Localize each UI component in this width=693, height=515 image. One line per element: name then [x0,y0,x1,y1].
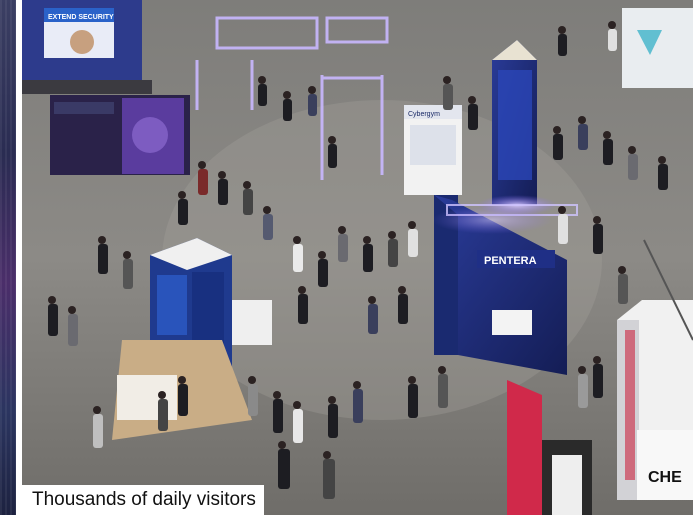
booth-sign-extend: EXTEND SECURITY [48,14,114,21]
person [558,26,567,56]
booth-right-wall [622,8,693,88]
caption-text: Thousands of daily visitors [32,489,256,510]
person [328,136,337,168]
booth-purple-wall [50,95,190,175]
booth-extend-security: EXTEND SECURITY [22,0,152,94]
booth-sign-che: CHE [648,469,682,486]
person [608,21,617,51]
expo-hall-photo: EXTEND SECURITY Cybergym PENTERA CHE [22,0,693,515]
booth-sign-cybergym: Cybergym [408,111,440,118]
caption-box: Thousands of daily visitors [22,485,264,515]
person [258,76,267,106]
left-photo-strip [0,0,16,515]
booth-cybergym: Cybergym [404,105,462,195]
booth-sign-pentera: PENTERA [484,255,537,267]
expo-hall-scene: EXTEND SECURITY Cybergym PENTERA CHE [22,0,693,515]
person [308,86,317,116]
person [283,91,292,121]
